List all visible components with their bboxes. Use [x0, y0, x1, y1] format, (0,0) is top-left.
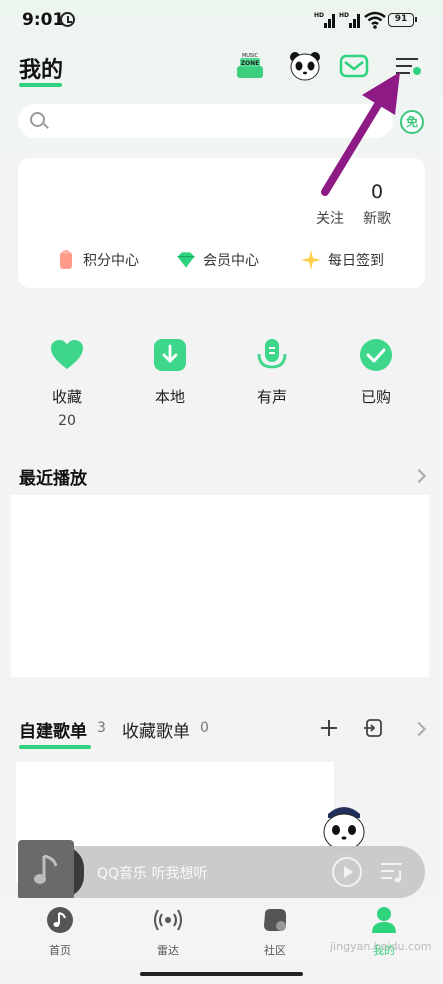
collected-playlists-count: 0: [200, 720, 209, 736]
watermark: jingyan.baidu.com: [330, 940, 432, 953]
quick-purchased[interactable]: 已购: [336, 338, 416, 407]
album-cover[interactable]: [18, 840, 74, 900]
daily-checkin-label: 每日签到: [328, 253, 384, 269]
chevron-right-icon-2[interactable]: [411, 721, 427, 737]
signal-icon-2: HD: [339, 12, 361, 28]
music-zone-icon[interactable]: MUSIC ZONE: [234, 50, 266, 82]
player-text: QQ音乐 听我想听: [97, 866, 208, 882]
play-icon[interactable]: [331, 856, 363, 888]
local-label: 本地: [154, 388, 185, 406]
signal-tag-2: HD: [339, 12, 350, 19]
nav-item-community[interactable]: 社区: [245, 906, 305, 958]
quick-audio[interactable]: 有声: [232, 338, 312, 407]
svg-text:MUSIC: MUSIC: [242, 53, 259, 59]
quick-local[interactable]: 本地: [130, 338, 210, 407]
recent-panel: [11, 495, 429, 677]
follow-label[interactable]: 关注: [310, 208, 350, 228]
battery-icon: 91: [388, 13, 417, 27]
points-icon: [60, 250, 72, 269]
tab-underline: [19, 745, 91, 749]
quick-favorites[interactable]: 收藏 20: [27, 338, 107, 429]
svg-text:ZONE: ZONE: [241, 60, 260, 67]
music-note-icon: [47, 907, 73, 933]
signal-icon: HD: [314, 12, 336, 28]
points-center-label: 积分中心: [83, 253, 139, 269]
check-icon: [360, 339, 392, 371]
vip-center-button[interactable]: 会员中心: [175, 248, 259, 272]
title-underline: [19, 83, 62, 87]
home-indicator[interactable]: [140, 972, 303, 976]
microphone-icon: [257, 339, 287, 369]
new-songs-label[interactable]: 新歌: [357, 208, 397, 228]
points-center-button[interactable]: 积分中心: [55, 248, 139, 272]
status-time: 9:01: [22, 10, 65, 30]
nav-item-radar[interactable]: 雷达: [138, 906, 198, 958]
sparkle-icon: [301, 250, 321, 270]
wifi-icon: [364, 11, 386, 29]
alarm-icon: [60, 12, 75, 27]
profile-icon: [372, 907, 396, 933]
panda-mascot-icon: [323, 807, 365, 850]
download-icon: [154, 339, 186, 371]
radar-icon: [154, 909, 182, 931]
created-playlists-count: 3: [97, 720, 106, 736]
favorites-count: 20: [58, 413, 76, 429]
diamond-icon: [177, 252, 195, 268]
tab-collected-playlists[interactable]: 收藏歌单: [122, 717, 190, 742]
search-icon: [30, 112, 45, 127]
annotation-arrow-icon: [321, 72, 400, 196]
purchased-label: 已购: [360, 388, 391, 406]
recent-title[interactable]: 最近播放: [19, 464, 87, 489]
vip-center-label: 会员中心: [203, 253, 259, 269]
chevron-right-icon[interactable]: [411, 468, 427, 484]
community-icon: [264, 909, 286, 931]
daily-checkin-button[interactable]: 每日签到: [300, 248, 384, 272]
music-note-cover-icon: [34, 854, 58, 884]
signal-tag: HD: [314, 12, 325, 19]
tab-created-playlists[interactable]: 自建歌单: [19, 717, 87, 742]
nav-label-radar: 雷达: [157, 944, 179, 957]
page-title: 我的: [19, 58, 64, 83]
audio-label: 有声: [256, 388, 287, 406]
heart-icon: [51, 340, 83, 369]
nav-item-home[interactable]: 首页: [30, 906, 90, 958]
playlist-queue-icon[interactable]: [378, 858, 408, 886]
nav-label-community: 社区: [264, 944, 286, 957]
add-icon[interactable]: [319, 718, 339, 738]
nav-label-home: 首页: [49, 944, 71, 957]
favorites-label: 收藏: [51, 388, 82, 406]
import-icon[interactable]: [362, 717, 384, 739]
